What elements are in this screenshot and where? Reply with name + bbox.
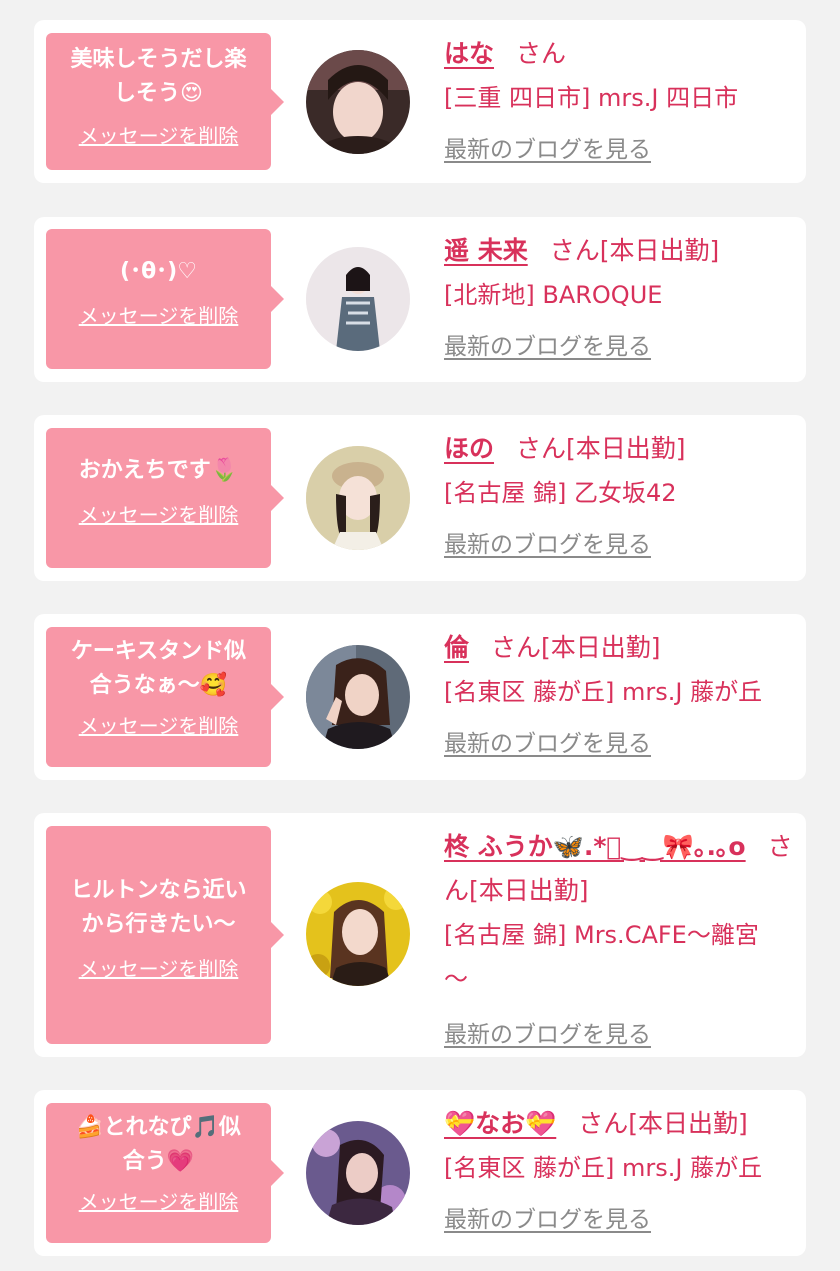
honorific: さん: [516, 39, 567, 68]
latest-blog-link[interactable]: 最新のブログを見る: [444, 724, 651, 764]
attendance-status: [本日出勤]: [541, 633, 661, 662]
delete-message-link[interactable]: メッセージを削除: [46, 1189, 271, 1215]
message-card: ケーキスタンド似 合うなぁ〜🥰 メッセージを削除 倫さん[本日出勤] [名東区 …: [34, 614, 806, 780]
shop-info: [名東区 藤が丘] mrs.J 藤が丘: [444, 1154, 763, 1182]
latest-blog-link[interactable]: 最新のブログを見る: [444, 130, 651, 170]
message-text: 🍰とれなぴ🎵似: [76, 1115, 241, 1140]
cast-name-link[interactable]: 遥 未来: [444, 236, 528, 265]
honorific: さん: [549, 236, 600, 265]
cast-info: はな さん [三重 四日市] mrs.J 四日市 最新のブログを見る: [444, 32, 794, 170]
message-bubble: ケーキスタンド似 合うなぁ〜🥰 メッセージを削除: [46, 627, 284, 767]
shop-info: [名東区 藤が丘] mrs.J 藤が丘: [444, 678, 763, 706]
message-card: おかえちです🌷 メッセージを削除 ほの さん[本日出勤] [名古屋 錦] 乙女坂4…: [34, 415, 806, 581]
message-text: から行きたい〜: [81, 912, 236, 937]
honorific: さん: [516, 434, 567, 463]
message-bubble: 🍰とれなぴ🎵似 合う💗 メッセージを削除: [46, 1103, 284, 1243]
cast-name-link[interactable]: 💝なお💝: [444, 1109, 556, 1138]
cast-info: ほの さん[本日出勤] [名古屋 錦] 乙女坂42 最新のブログを見る: [444, 427, 794, 565]
attendance-status: [本日出勤]: [628, 1109, 748, 1138]
latest-blog-link[interactable]: 最新のブログを見る: [444, 327, 651, 367]
delete-message-link[interactable]: メッセージを削除: [46, 502, 271, 528]
message-text: 合う💗: [122, 1149, 195, 1174]
message-card: ヒルトンなら近い から行きたい〜 メッセージを削除 柊 ふうか🦋.*ﾟ‿‿🎀｡.…: [34, 813, 806, 1057]
cast-name-link[interactable]: はな: [444, 39, 494, 68]
cast-info: 柊 ふうか🦋.*ﾟ‿‿🎀｡.｡o さ ん[本日出勤] [名古屋 錦] Mrs.CA…: [444, 825, 794, 1055]
latest-blog-link[interactable]: 最新のブログを見る: [444, 1200, 651, 1240]
cast-info: 倫さん[本日出勤] [名東区 藤が丘] mrs.J 藤が丘 最新のブログを見る: [444, 626, 794, 764]
attendance-status: ん[本日出勤]: [444, 876, 589, 905]
avatar[interactable]: [306, 247, 410, 351]
cast-info: 遥 未来 さん[本日出勤] [北新地] BAROQUE 最新のブログを見る: [444, 229, 794, 367]
avatar[interactable]: [306, 446, 410, 550]
attendance-status: [本日出勤]: [566, 434, 686, 463]
message-bubble: おかえちです🌷 メッセージを削除: [46, 428, 284, 568]
latest-blog-link[interactable]: 最新のブログを見る: [444, 525, 651, 565]
cast-name-link[interactable]: 柊 ふうか🦋.*ﾟ‿‿🎀｡.｡o: [444, 832, 746, 861]
avatar[interactable]: [306, 882, 410, 986]
shop-info: [名古屋 錦] 乙女坂42: [444, 479, 677, 507]
message-text: 合うなぁ〜🥰: [89, 673, 228, 698]
honorific: さん: [578, 1109, 629, 1138]
attendance-status: [本日出勤]: [599, 236, 720, 265]
message-card: 美味しそうだし楽 しそう😍 メッセージを削除 はな さん [三重 四日市] mrs…: [34, 20, 806, 183]
honorific: さ: [767, 832, 793, 861]
message-list: 美味しそうだし楽 しそう😍 メッセージを削除 はな さん [三重 四日市] mrs…: [0, 0, 840, 1271]
cast-name-link[interactable]: 倫: [444, 633, 469, 662]
avatar[interactable]: [306, 1121, 410, 1225]
message-card: 🍰とれなぴ🎵似 合う💗 メッセージを削除 💝なお💝 さん[本日出勤] [名東区 藤…: [34, 1090, 806, 1256]
message-bubble: ヒルトンなら近い から行きたい〜 メッセージを削除: [46, 826, 284, 1044]
avatar[interactable]: [306, 645, 410, 749]
message-card: (･θ･)♡ メッセージを削除 遥 未来 さん[本日出勤] [北新地] BAROQ…: [34, 217, 806, 382]
delete-message-link[interactable]: メッセージを削除: [46, 713, 271, 739]
delete-message-link[interactable]: メッセージを削除: [46, 956, 271, 982]
cast-name-link[interactable]: ほの: [444, 434, 494, 463]
shop-info: [三重 四日市] mrs.J 四日市: [444, 84, 739, 112]
message-text: しそう😍: [114, 81, 203, 106]
avatar[interactable]: [306, 50, 410, 154]
message-text: 美味しそうだし楽: [70, 47, 247, 72]
message-bubble: (･θ･)♡ メッセージを削除: [46, 229, 284, 369]
latest-blog-link[interactable]: 最新のブログを見る: [444, 1015, 651, 1055]
message-text: ケーキスタンド似: [70, 639, 247, 664]
shop-info: [名古屋 錦] Mrs.CAFE〜離宮: [444, 921, 759, 949]
message-text: (･θ･)♡: [120, 259, 197, 284]
honorific: さん: [491, 633, 542, 662]
shop-info: 〜: [444, 965, 468, 993]
message-text: ヒルトンなら近い: [70, 878, 247, 903]
delete-message-link[interactable]: メッセージを削除: [46, 123, 271, 149]
delete-message-link[interactable]: メッセージを削除: [46, 303, 271, 329]
message-bubble: 美味しそうだし楽 しそう😍 メッセージを削除: [46, 33, 284, 170]
cast-info: 💝なお💝 さん[本日出勤] [名東区 藤が丘] mrs.J 藤が丘 最新のブログを…: [444, 1102, 794, 1240]
shop-info: [北新地] BAROQUE: [444, 281, 663, 309]
message-text: おかえちです🌷: [78, 458, 239, 483]
